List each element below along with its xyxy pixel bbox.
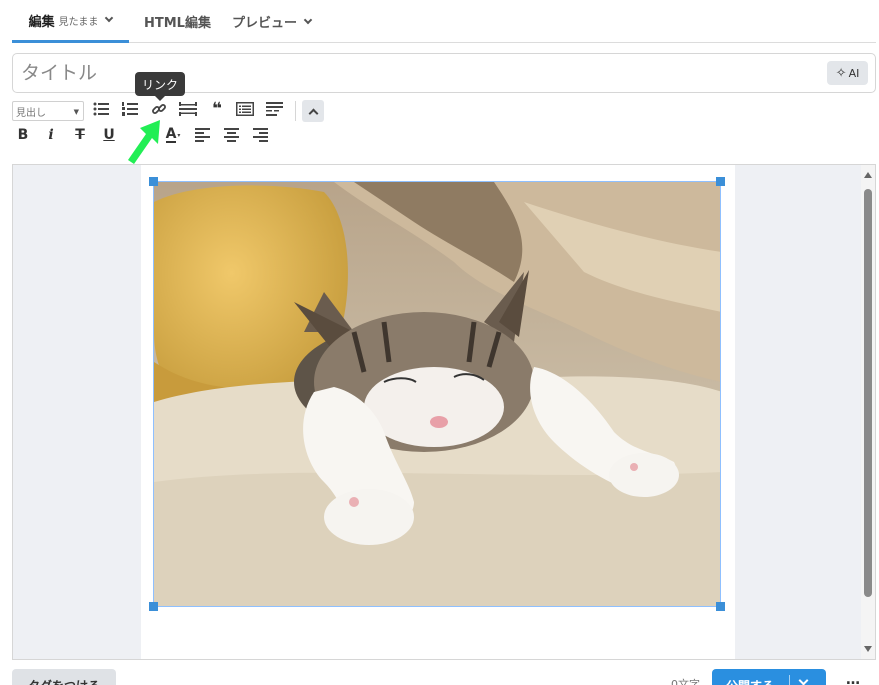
strikethrough-label: T — [75, 127, 85, 143]
character-count: 0文字 — [671, 678, 700, 685]
add-tag-button[interactable]: タグをつける — [12, 669, 116, 685]
heading-select[interactable]: 見出し ▼ — [12, 101, 84, 121]
chevron-up-icon — [308, 108, 318, 118]
publish-button[interactable]: 公開する — [712, 669, 826, 685]
align-right-icon — [252, 128, 268, 142]
title-input[interactable] — [13, 54, 813, 92]
tab-preview[interactable]: プレビュー — [232, 0, 313, 43]
collapse-toolbar-button[interactable] — [302, 100, 324, 122]
tooltip-label: リンク — [142, 77, 179, 92]
resize-handle-top-left[interactable] — [149, 177, 158, 186]
read-more-icon — [265, 101, 283, 116]
annotation-arrow-icon — [128, 120, 160, 164]
table-of-contents-button[interactable] — [234, 98, 256, 120]
bullet-list-button[interactable] — [90, 98, 112, 120]
read-more-button[interactable] — [263, 98, 285, 120]
align-right-button[interactable] — [249, 124, 271, 146]
underline-label: U — [103, 127, 115, 143]
heading-select-value: 見出し — [16, 107, 46, 119]
align-left-button[interactable] — [191, 124, 213, 146]
resize-handle-top-right[interactable] — [716, 177, 725, 186]
cat-photo-image — [154, 182, 720, 606]
horizontal-rule-icon — [179, 102, 197, 116]
toolbar-separator — [295, 101, 296, 121]
strikethrough-button[interactable]: T — [69, 124, 91, 146]
horizontal-rule-button[interactable] — [177, 98, 199, 120]
scroll-thumb[interactable] — [864, 189, 872, 597]
publish-label: 公開する — [726, 677, 774, 685]
caret-down-icon: ▼ — [73, 108, 79, 116]
add-tag-label: タグをつける — [28, 677, 100, 685]
link-tooltip: リンク — [135, 72, 186, 101]
bold-button[interactable]: B — [12, 124, 34, 146]
quote-icon: ❝ — [212, 99, 222, 119]
cat-photo[interactable] — [153, 181, 721, 607]
tab-edit[interactable]: 編集 見たまま — [12, 0, 129, 43]
italic-label: i — [48, 127, 54, 143]
bold-label: B — [17, 127, 29, 143]
more-options-button[interactable]: … — [846, 672, 861, 685]
table-of-contents-icon — [236, 102, 254, 116]
align-center-button[interactable] — [220, 124, 242, 146]
caret-down-icon: ▾ — [177, 131, 181, 139]
blockquote-button[interactable]: ❝ — [206, 98, 228, 120]
resize-handle-bottom-left[interactable] — [149, 602, 158, 611]
align-left-icon — [194, 128, 210, 142]
resize-handle-bottom-right[interactable] — [716, 602, 725, 611]
scroll-up-icon[interactable] — [864, 172, 872, 178]
sparkle-icon: ✧ — [835, 65, 847, 81]
underline-button[interactable]: U — [98, 124, 120, 146]
tab-edit-label: 編集 — [28, 14, 55, 30]
italic-button[interactable]: i — [40, 124, 62, 146]
editor-scrollbar[interactable] — [861, 165, 875, 659]
bullet-list-icon — [93, 102, 109, 116]
tab-html-edit[interactable]: HTML編集 — [144, 0, 211, 43]
editor-tabs: 編集 見たまま HTML編集 プレビュー — [12, 0, 876, 43]
ai-button-label: AI — [848, 66, 860, 80]
ai-assist-button[interactable]: ✧ AI — [827, 61, 868, 85]
scroll-down-icon[interactable] — [864, 646, 872, 652]
editor-area[interactable] — [12, 164, 876, 660]
chevron-down-icon[interactable] — [798, 675, 809, 685]
publish-divider — [789, 675, 790, 685]
tab-preview-label: プレビュー — [232, 16, 298, 31]
chevron-down-icon[interactable] — [303, 15, 313, 24]
tab-edit-mode: 見たまま — [58, 16, 99, 28]
chevron-down-icon[interactable] — [105, 13, 114, 23]
tab-html-label: HTML編集 — [144, 16, 211, 31]
align-center-icon — [223, 128, 239, 142]
